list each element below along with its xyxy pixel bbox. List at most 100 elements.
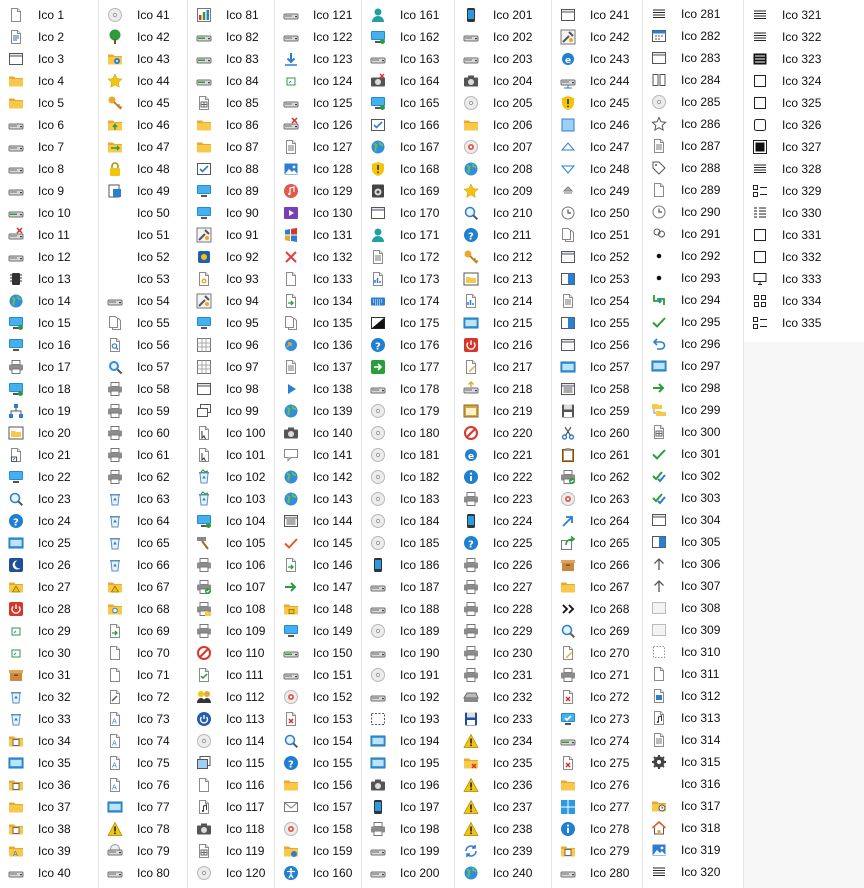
icon-list-item[interactable]: Ico 7 (0, 136, 98, 158)
icon-list-item[interactable]: Ico 146 (275, 554, 361, 576)
icon-list-item[interactable]: Ico 20 (0, 422, 98, 444)
icon-list-item[interactable]: Ico 101 (188, 444, 274, 466)
icon-list-item[interactable]: Ico 320 (643, 861, 743, 883)
icon-list-item[interactable]: Ico 128 (275, 158, 361, 180)
icon-list-item[interactable]: Ico 106 (188, 554, 274, 576)
icon-list-item[interactable]: Ico 9 (0, 180, 98, 202)
icon-list-item[interactable]: Ico 141 (275, 444, 361, 466)
icon-list-item[interactable]: Ico 122 (275, 26, 361, 48)
icon-list-item[interactable]: Ico 132 (275, 246, 361, 268)
icon-list-item[interactable]: Ico 223 (455, 488, 551, 510)
icon-list-item[interactable]: Ico 249 (552, 180, 642, 202)
icon-list-item[interactable]: Ico 329 (744, 180, 864, 202)
icon-list-item[interactable]: Ico 183 (362, 488, 454, 510)
icon-list-item[interactable]: Ico 254 (552, 290, 642, 312)
icon-list-item[interactable]: Ico 52 (99, 246, 187, 268)
icon-list-item[interactable]: Ico 271 (552, 664, 642, 686)
icon-list-item[interactable]: Ico 256 (552, 334, 642, 356)
icon-list-item[interactable]: Ico 62 (99, 466, 187, 488)
icon-list-item[interactable]: A Ico 75 (99, 752, 187, 774)
icon-list-item[interactable]: Ico 135 (275, 312, 361, 334)
icon-list-item[interactable]: Ico 68 (99, 598, 187, 620)
icon-list-item[interactable]: Ico 323 (744, 48, 864, 70)
icon-list-item[interactable]: Ico 213 (455, 268, 551, 290)
icon-list-item[interactable]: Ico 296 (643, 333, 743, 355)
icon-list-item[interactable]: Ico 119 (188, 840, 274, 862)
icon-list-item[interactable]: Ico 181 (362, 444, 454, 466)
icon-list-item[interactable]: Ico 61 (99, 444, 187, 466)
icon-list-item[interactable]: Ico 13 (0, 268, 98, 290)
icon-list-item[interactable]: Ico 295 (643, 311, 743, 333)
icon-list-item[interactable]: Ico 130 (275, 202, 361, 224)
icon-list-item[interactable]: Ico 10 (0, 202, 98, 224)
icon-list-item[interactable]: Ico 234 (455, 730, 551, 752)
icon-list-item[interactable]: Ico 315 (643, 751, 743, 773)
icon-list-item[interactable]: Ico 94 (188, 290, 274, 312)
icon-list-item[interactable]: Ico 147 (275, 576, 361, 598)
icon-list-item[interactable]: Ico 109 (188, 620, 274, 642)
icon-list-item[interactable]: Ico 277 (552, 796, 642, 818)
icon-list-item[interactable]: Ico 112 (188, 686, 274, 708)
icon-list-item[interactable]: Ico 51 (99, 224, 187, 246)
icon-list-item[interactable]: Ico 286 (643, 113, 743, 135)
icon-list-item[interactable]: Ico 151 (275, 664, 361, 686)
icon-list-item[interactable]: Ico 192 (362, 686, 454, 708)
icon-list-item[interactable]: Ico 18 (0, 378, 98, 400)
icon-list-item[interactable]: Ico 240 (455, 862, 551, 884)
icon-list-item[interactable]: Ico 14 (0, 290, 98, 312)
icon-list-item[interactable]: Ico 144 (275, 510, 361, 532)
icon-list-item[interactable]: Ico 245 (552, 92, 642, 114)
icon-list-item[interactable]: Ico 302 (643, 465, 743, 487)
icon-list-item[interactable]: Ico 270 (552, 642, 642, 664)
icon-list-item[interactable]: Ico 210 (455, 202, 551, 224)
icon-list-item[interactable]: Ico 148 (275, 598, 361, 620)
icon-list-item[interactable]: Ico 142 (275, 466, 361, 488)
icon-list-item[interactable]: Ico 153 (275, 708, 361, 730)
icon-list-item[interactable]: Ico 89 (188, 180, 274, 202)
icon-list-item[interactable]: Ico 145 (275, 532, 361, 554)
icon-list-item[interactable]: Ico 262 (552, 466, 642, 488)
icon-list-item[interactable]: Ico 321 (744, 4, 864, 26)
icon-list-item[interactable]: Ico 23 (0, 488, 98, 510)
icon-list-item[interactable]: Ico 226 (455, 554, 551, 576)
icon-list-item[interactable]: Ico 126 (275, 114, 361, 136)
icon-list-item[interactable]: Ico 190 (362, 642, 454, 664)
icon-list-item[interactable]: Ico 218 (455, 378, 551, 400)
icon-list-item[interactable]: Ico 124 (275, 70, 361, 92)
icon-list-item[interactable]: Ico 169 (362, 180, 454, 202)
icon-list-item[interactable]: Ico 4 (0, 70, 98, 92)
icon-list-item[interactable]: Ico 327 (744, 136, 864, 158)
icon-list-item[interactable]: Ico 3 (0, 48, 98, 70)
icon-list-item[interactable]: Ico 35 (0, 752, 98, 774)
icon-list-item[interactable]: Ico 69 (99, 620, 187, 642)
icon-list-item[interactable]: Ico 222 (455, 466, 551, 488)
icon-list-item[interactable]: Ico 297 (643, 355, 743, 377)
icon-list-item[interactable]: Ico 206 (455, 114, 551, 136)
icon-list-item[interactable]: ? Ico 155 (275, 752, 361, 774)
icon-list-item[interactable]: Ico 272 (552, 686, 642, 708)
icon-list-item[interactable]: Ico 322 (744, 26, 864, 48)
icon-list-item[interactable]: Ico 45 (99, 92, 187, 114)
icon-list-item[interactable]: Ico 36 (0, 774, 98, 796)
icon-list-item[interactable]: Ico 182 (362, 466, 454, 488)
icon-list-item[interactable]: Ico 152 (275, 686, 361, 708)
icon-list-item[interactable]: Ico 63 (99, 488, 187, 510)
icon-list-item[interactable]: Ico 260 (552, 422, 642, 444)
icon-list-item[interactable]: Ico 204 (455, 70, 551, 92)
icon-list-item[interactable]: ? Ico 211 (455, 224, 551, 246)
icon-list-item[interactable]: Ico 129 (275, 180, 361, 202)
icon-list-item[interactable]: A Ico 74 (99, 730, 187, 752)
icon-list-item[interactable]: Ico 46 (99, 114, 187, 136)
icon-list-item[interactable]: Ico 203 (455, 48, 551, 70)
icon-list-item[interactable]: Ico 105 (188, 532, 274, 554)
icon-list-item[interactable]: Ico 255 (552, 312, 642, 334)
icon-list-item[interactable]: Ico 167 (362, 136, 454, 158)
icon-list-item[interactable]: Ico 324 (744, 70, 864, 92)
icon-list-item[interactable]: Ico 136 (275, 334, 361, 356)
icon-list-item[interactable]: Ico 131 (275, 224, 361, 246)
icon-list-item[interactable]: Ico 199 (362, 840, 454, 862)
icon-list-item[interactable]: Ico 15 (0, 312, 98, 334)
icon-list-item[interactable]: Ico 108 (188, 598, 274, 620)
icon-list-item[interactable]: Ico 298 (643, 377, 743, 399)
icon-list-item[interactable]: Ico 299 (643, 399, 743, 421)
